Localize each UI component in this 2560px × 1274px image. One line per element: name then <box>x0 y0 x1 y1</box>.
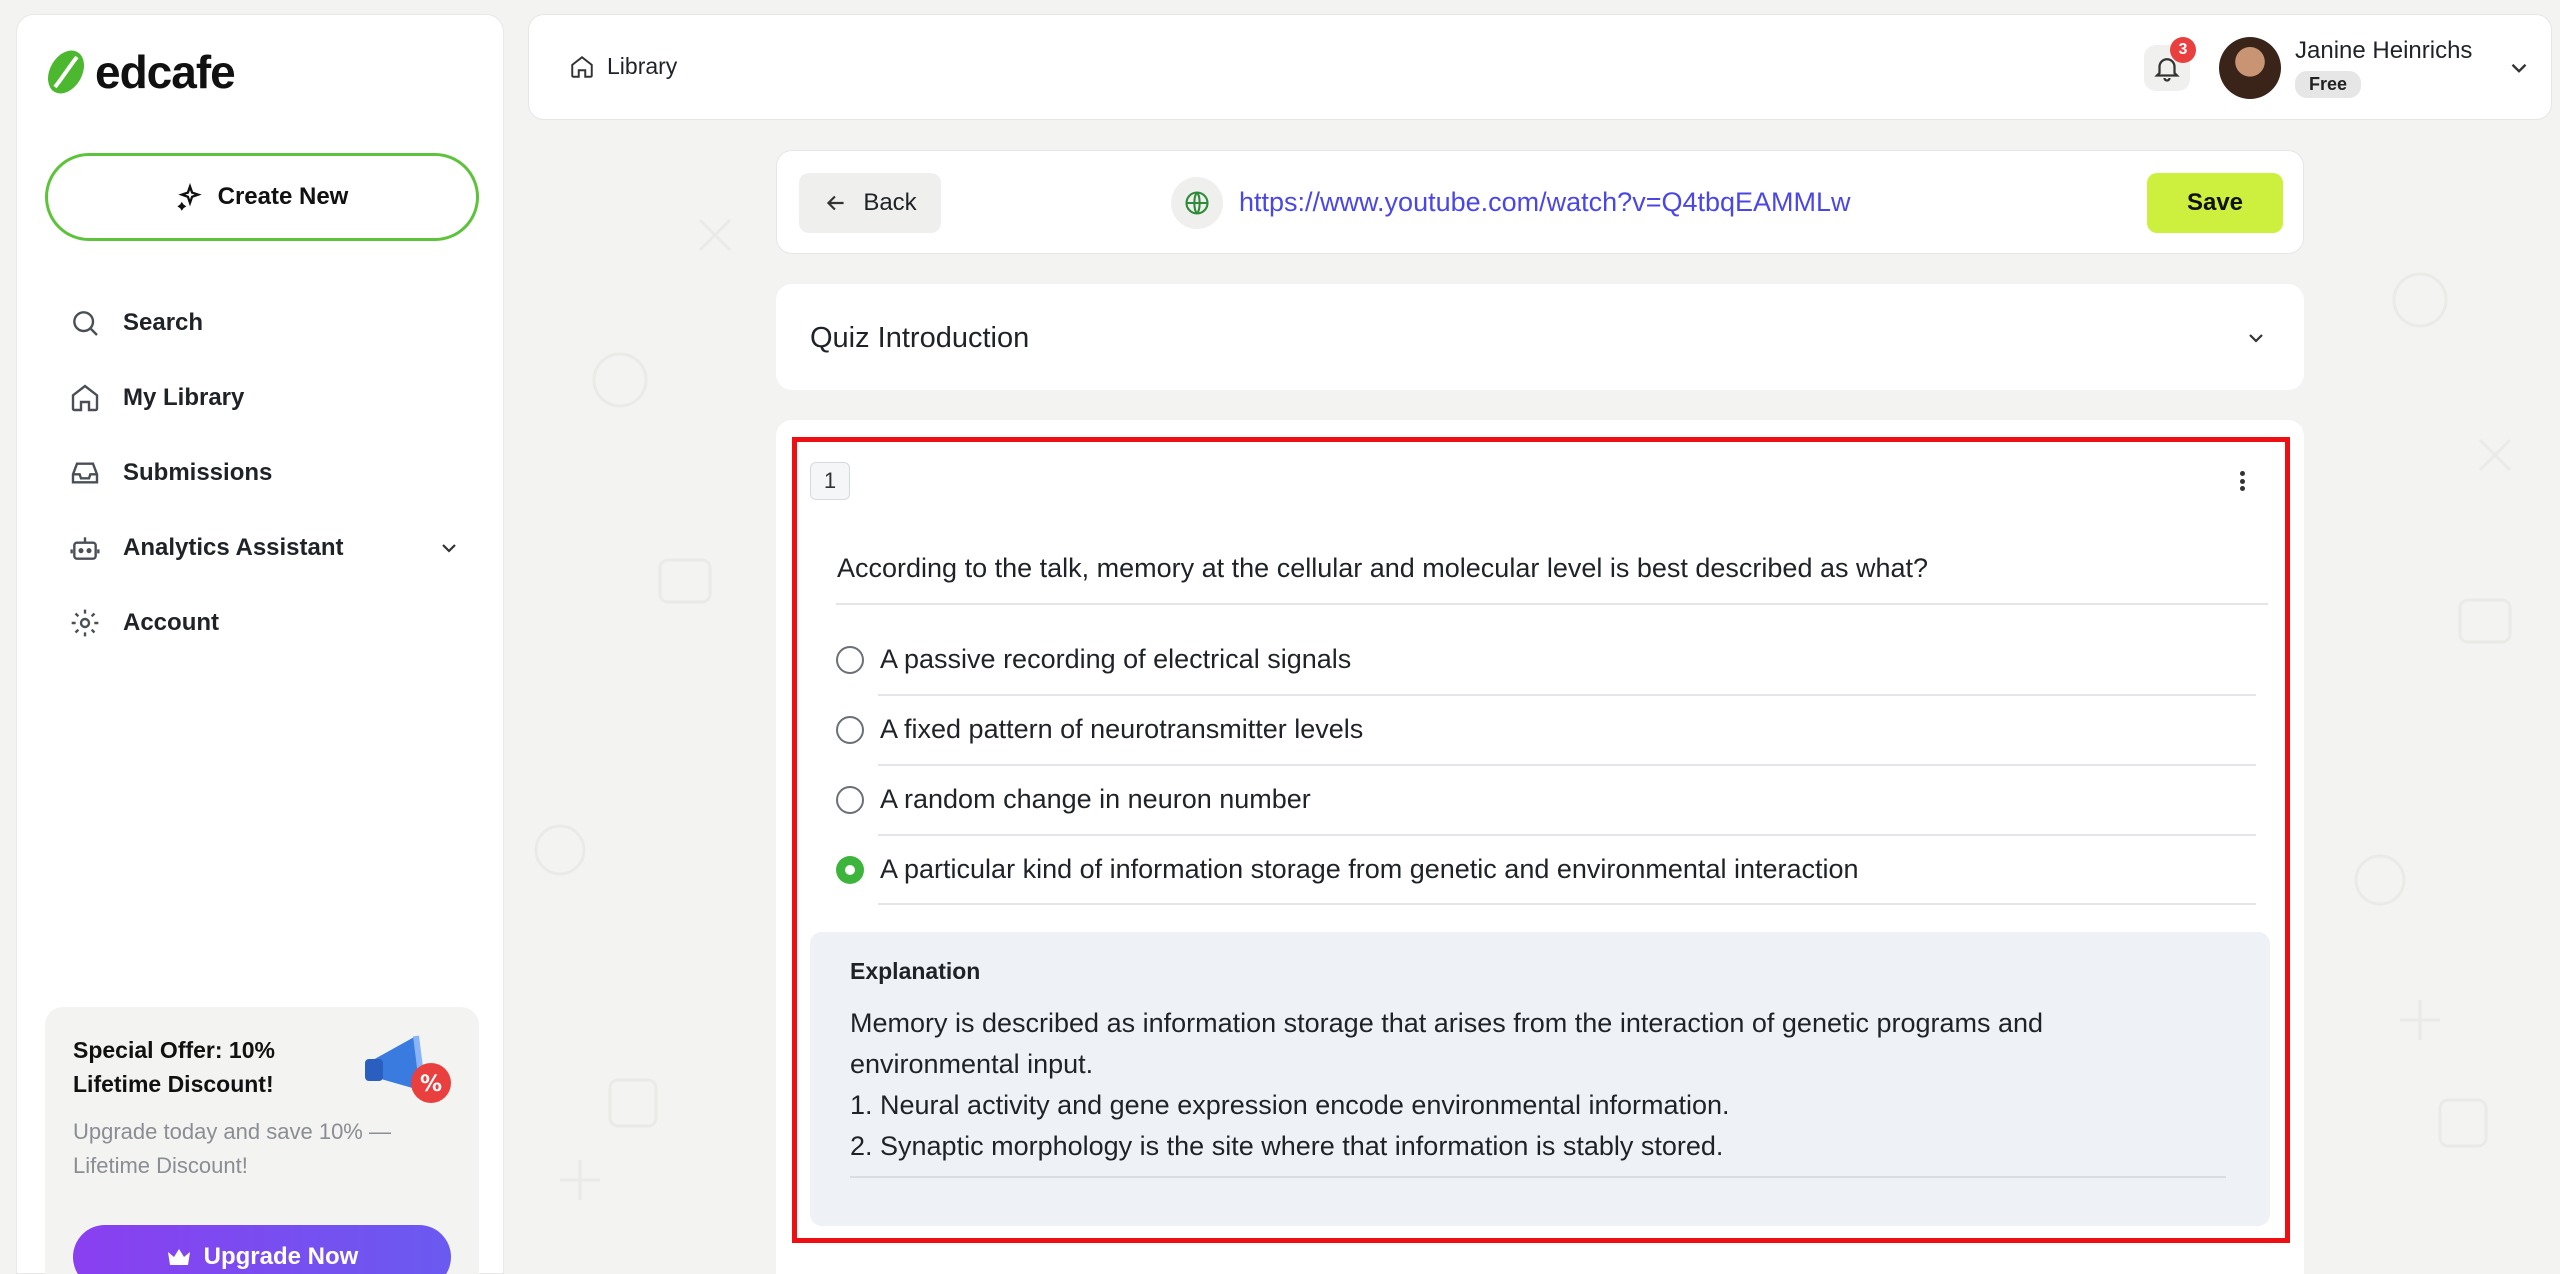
create-new-label: Create New <box>217 183 349 210</box>
answer-option-correct[interactable]: A particular kind of information storage… <box>836 854 1859 885</box>
inbox-icon <box>71 461 99 484</box>
sidebar: edcafe Create New Search My Library Subm… <box>16 14 504 1274</box>
sidebar-item-label: Account <box>123 608 219 636</box>
divider <box>878 694 2256 696</box>
explanation-box: Explanation Memory is described as infor… <box>810 932 2270 1226</box>
divider <box>878 834 2256 836</box>
divider <box>836 603 2268 605</box>
create-new-button[interactable]: Create New <box>45 153 479 241</box>
sidebar-item-account[interactable]: Account <box>69 585 479 660</box>
back-button[interactable]: Back <box>799 173 941 233</box>
sparkle-icon <box>177 183 202 211</box>
svg-text:%: % <box>420 1072 442 1097</box>
answer-option-label: A passive recording of electrical signal… <box>880 644 1352 674</box>
avatar[interactable] <box>2219 37 2281 99</box>
answer-option[interactable]: A fixed pattern of neurotransmitter leve… <box>836 714 1363 745</box>
breadcrumb-label: Library <box>607 53 678 79</box>
bean-logo-icon <box>47 50 85 94</box>
radio-button[interactable] <box>836 715 864 744</box>
back-label: Back <box>863 189 917 216</box>
question-text[interactable]: According to the talk, memory at the cel… <box>837 553 1928 584</box>
brand-name: edcafe <box>95 46 236 98</box>
notifications-button[interactable]: 3 <box>2144 37 2196 91</box>
sidebar-item-label: My Library <box>123 383 245 411</box>
radio-button[interactable] <box>836 645 864 674</box>
notification-count-badge: 3 <box>2170 37 2196 63</box>
sidebar-item-label: Search <box>123 308 204 336</box>
sidebar-nav: Search My Library Submissions Analytics … <box>69 285 479 660</box>
promo-card: Special Offer: 10% Lifetime Discount! Up… <box>45 1007 479 1274</box>
upgrade-now-button[interactable]: Upgrade Now <box>73 1225 451 1274</box>
explanation-text[interactable]: Memory is described as information stora… <box>850 1003 2190 1167</box>
megaphone-discount-icon: % <box>365 1035 451 1103</box>
explanation-title: Explanation <box>850 958 981 984</box>
explanation-line: 2. Synaptic morphology is the site where… <box>850 1131 1724 1161</box>
breadcrumb[interactable]: Library <box>569 53 677 80</box>
chevron-down-icon[interactable] <box>2506 55 2532 81</box>
user-name[interactable]: Janine Heinrichs <box>2295 37 2472 65</box>
arrow-left-icon <box>827 195 844 211</box>
search-icon <box>73 310 98 336</box>
divider <box>850 1176 2226 1178</box>
sidebar-item-label: Submissions <box>123 458 273 486</box>
sidebar-item-analytics-assistant[interactable]: Analytics Assistant <box>69 510 479 585</box>
question-number-badge: 1 <box>810 462 850 500</box>
radio-button[interactable] <box>836 785 864 814</box>
more-options-icon[interactable] <box>2232 466 2252 496</box>
crown-icon <box>167 1249 190 1265</box>
source-url-link[interactable]: https://www.youtube.com/watch?v=Q4tbqEAM… <box>1239 187 1851 218</box>
explanation-line: Memory is described as information stora… <box>850 1008 2044 1079</box>
answer-option[interactable]: A random change in neuron number <box>836 784 1311 815</box>
explanation-line: 1. Neural activity and gene expression e… <box>850 1090 1730 1120</box>
divider <box>878 764 2256 766</box>
quiz-introduction-panel[interactable]: Quiz Introduction <box>776 284 2304 390</box>
plan-badge: Free <box>2295 71 2362 98</box>
globe-icon <box>1171 177 1223 229</box>
answer-option-label: A particular kind of information storage… <box>880 854 1859 884</box>
sidebar-item-label: Analytics Assistant <box>123 533 344 561</box>
gear-icon <box>71 609 99 636</box>
home-icon <box>71 383 99 411</box>
save-button[interactable]: Save <box>2147 173 2283 233</box>
answer-option-label: A random change in neuron number <box>880 784 1311 814</box>
home-icon <box>571 55 593 78</box>
divider <box>878 903 2256 905</box>
top-bar: Library 3 Janine Heinrichs Free <box>528 14 2552 120</box>
answer-option[interactable]: A passive recording of electrical signal… <box>836 644 1351 675</box>
radio-button-selected[interactable] <box>836 855 864 884</box>
promo-title: Special Offer: 10% Lifetime Discount! <box>73 1037 275 1097</box>
edcafe-logo[interactable]: edcafe <box>43 45 236 99</box>
chevron-down-icon[interactable] <box>2244 326 2268 350</box>
answer-option-label: A fixed pattern of neurotransmitter leve… <box>880 714 1364 744</box>
bot-icon <box>70 536 100 560</box>
source-url-bar: Back https://www.youtube.com/watch?v=Q4t… <box>776 150 2304 254</box>
upgrade-label: Upgrade Now <box>203 1243 359 1270</box>
sidebar-item-search[interactable]: Search <box>69 285 479 360</box>
sidebar-item-my-library[interactable]: My Library <box>69 360 479 435</box>
chevron-down-icon[interactable] <box>437 536 461 560</box>
promo-text: Upgrade today and save 10% — Lifetime Di… <box>73 1119 391 1178</box>
quiz-introduction-title: Quiz Introduction <box>810 322 1030 354</box>
sidebar-item-submissions[interactable]: Submissions <box>69 435 479 510</box>
